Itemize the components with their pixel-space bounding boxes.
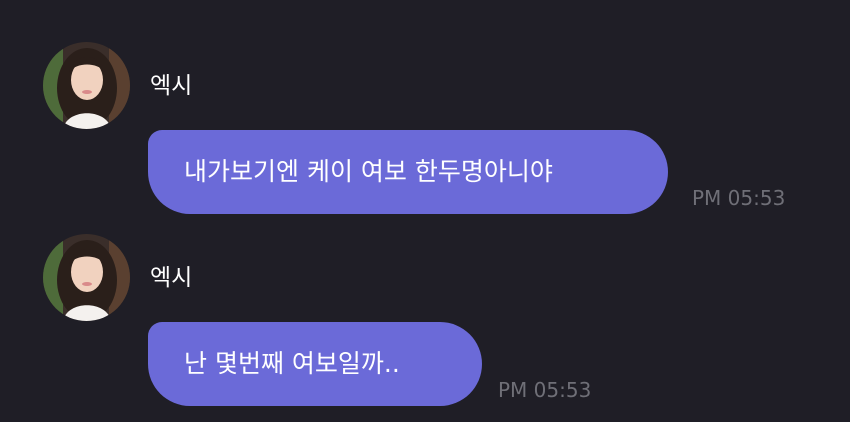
message-bubble[interactable]: 난 몇번째 여보일까.. [148, 322, 482, 406]
avatar-photo-icon [43, 234, 130, 321]
sender-name: 엑시 [150, 73, 193, 99]
avatar-photo-icon [43, 42, 130, 129]
message-timestamp: PM 05:53 [498, 378, 592, 402]
sender-avatar[interactable] [43, 42, 130, 129]
sender-name: 엑시 [150, 265, 193, 291]
chat-message: 엑시 내가보기엔 케이 여보 한두명아니야 PM 05:53 [0, 0, 850, 214]
sender-avatar[interactable] [43, 234, 130, 321]
chat-message: 엑시 난 몇번째 여보일까.. PM 05:53 [0, 192, 850, 406]
